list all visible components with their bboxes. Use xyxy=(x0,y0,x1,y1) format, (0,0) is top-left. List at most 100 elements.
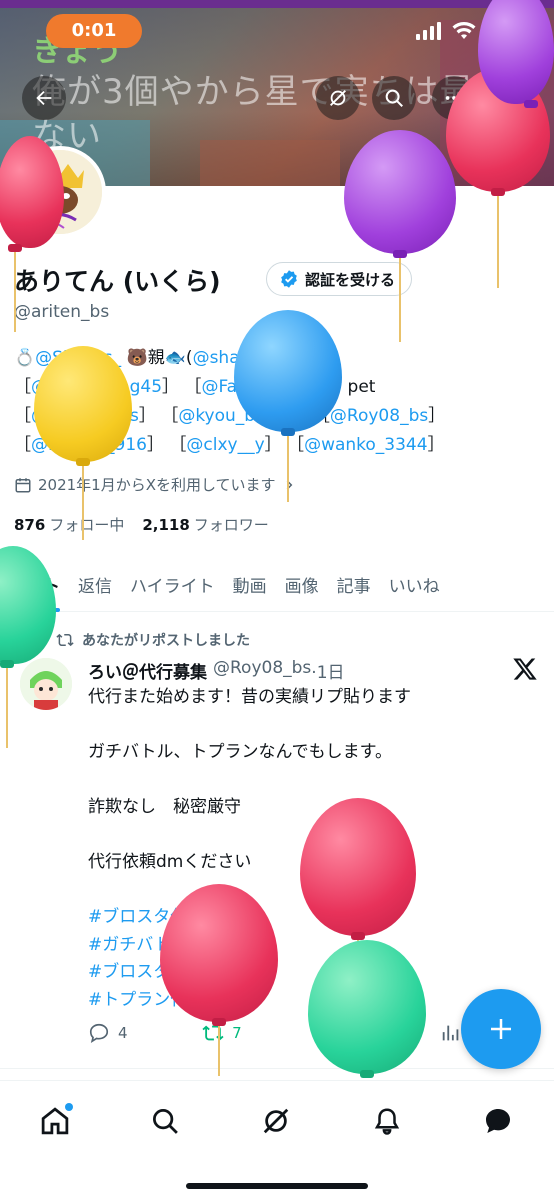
post-text: 代行また始めます！昔の実績リプ貼ります ガチバトル、トプランなんでもします。 詐… xyxy=(88,684,528,1014)
bio-line-1: 💍@Shu_bs_ 🐻親🐟(@shake13_BS) xyxy=(14,344,544,373)
signal-icon xyxy=(416,22,441,40)
calendar-icon xyxy=(15,477,31,492)
mention-link[interactable]: @wanko_3344 xyxy=(304,435,428,455)
back-button[interactable] xyxy=(22,76,66,120)
post-avatar-art xyxy=(20,658,72,710)
search-button[interactable] xyxy=(372,76,416,120)
repost-label-text: あなたがリポストしました xyxy=(82,633,250,649)
post-actions: 4 7 14 2812 xyxy=(88,1022,508,1044)
post-divider xyxy=(0,1068,554,1069)
x-logo-icon xyxy=(512,656,538,682)
bear-emoji: 🐻 xyxy=(126,348,148,368)
messages-icon xyxy=(486,1109,510,1133)
tab-videos[interactable]: 動画 xyxy=(224,556,276,612)
tab-likes[interactable]: いいね xyxy=(380,556,449,612)
bio-text: 親 xyxy=(147,348,165,368)
profile-bio: 💍@Shu_bs_ 🐻親🐟(@shake13_BS) ［@Not_strong4… xyxy=(14,344,544,460)
bell-icon xyxy=(374,1108,400,1135)
more-button[interactable] xyxy=(432,76,476,120)
following-count: 876 xyxy=(14,516,46,534)
plus-icon xyxy=(491,1019,511,1039)
views-icon xyxy=(442,1025,459,1041)
joined-date[interactable]: 2021年1月からXを利用しています xyxy=(14,474,296,495)
post-time: ·1日 xyxy=(311,663,345,683)
home-indicator xyxy=(186,1183,368,1189)
nav-search[interactable] xyxy=(143,1099,187,1143)
like-button[interactable]: 14 xyxy=(316,1022,365,1044)
repost-icon xyxy=(56,633,74,647)
search-icon xyxy=(385,89,403,107)
tab-replies[interactable]: 返信 xyxy=(69,556,121,612)
profile-tabs: ポスト 返信 ハイライト 動画 画像 記事 いいね xyxy=(0,556,554,612)
following-label: フォロー中 xyxy=(49,516,125,534)
tab-articles[interactable]: 記事 xyxy=(328,556,380,612)
heart-emoji: 🩵 xyxy=(286,406,308,426)
grok-button[interactable] xyxy=(316,76,360,120)
banner-strip xyxy=(0,0,554,8)
avatar-art xyxy=(18,150,102,234)
post-author-handle[interactable]: @Roy08_bs xyxy=(213,658,311,683)
profile-handle: @ariten_bs xyxy=(14,302,110,322)
tab-posts[interactable]: ポスト xyxy=(0,556,69,612)
grok-icon xyxy=(330,90,346,106)
nav-notifications[interactable] xyxy=(365,1099,409,1143)
tab-photos[interactable]: 画像 xyxy=(276,556,328,612)
heart-icon xyxy=(318,1024,337,1042)
mention-link[interactable]: @shake13_BS xyxy=(193,348,312,368)
nav-grok[interactable] xyxy=(254,1099,298,1143)
back-arrow-icon xyxy=(36,90,52,106)
hashtag-link[interactable]: #ブロスタ代行募集 xyxy=(88,959,528,987)
mention-link[interactable]: @Shu_bs_ xyxy=(35,348,121,368)
nav-messages[interactable] xyxy=(476,1099,520,1143)
chevron-right-icon xyxy=(286,479,292,490)
reply-icon xyxy=(89,1023,109,1044)
post-author-avatar[interactable] xyxy=(20,658,72,710)
post-line: 代行依頼dmください xyxy=(88,852,252,872)
search-icon xyxy=(153,1109,178,1134)
mention-link[interactable]: @clxy__y xyxy=(186,435,264,455)
followers-count: 2,118 xyxy=(142,516,190,534)
following-link[interactable]: 876 フォロー中 xyxy=(14,514,124,535)
bio-text: ) xyxy=(311,348,319,368)
fish-emoji: 🐟 xyxy=(164,348,186,368)
mention-link[interactable]: @Haruto_916 xyxy=(31,435,147,455)
share-button[interactable] xyxy=(488,76,532,120)
get-verified-label: 認証を受ける xyxy=(305,270,396,289)
mention-link[interactable]: @Totoron_bs xyxy=(31,406,139,426)
joined-label: 2021年1月からXを利用しています xyxy=(38,476,276,494)
hashtag-link[interactable]: #ガチバトル代行 xyxy=(88,932,528,960)
bottom-navigation xyxy=(0,1080,554,1199)
status-icons xyxy=(416,22,524,40)
hashtag-link[interactable]: #ブロスタ代行 xyxy=(88,904,528,932)
ring-emoji: 💍 xyxy=(14,348,36,368)
mention-link[interactable]: @Not_strong45 xyxy=(31,377,162,397)
post-line: ガチバトル、トプランなんでもします。 xyxy=(88,742,392,762)
profile-avatar[interactable] xyxy=(14,146,106,238)
followers-link[interactable]: 2,118 フォロワー xyxy=(142,514,268,535)
wifi-icon xyxy=(452,22,476,39)
bio-text: ( xyxy=(185,348,193,368)
mention-link[interactable]: @Faze__bs xyxy=(201,377,293,397)
more-icon xyxy=(445,96,463,100)
get-verified-button[interactable]: 認証を受ける xyxy=(266,262,413,296)
repost-indicator: あなたがリポストしました xyxy=(56,630,250,650)
tab-highlights[interactable]: ハイライト xyxy=(121,556,224,612)
mention-link[interactable]: @kyou_bs xyxy=(178,406,264,426)
compose-post-button[interactable] xyxy=(461,989,541,1069)
hashtag-link[interactable]: #トプラン代行 xyxy=(88,987,528,1015)
nav-home[interactable] xyxy=(33,1099,77,1143)
reply-count: 4 xyxy=(118,1024,128,1042)
follow-stats: 876 フォロー中 2,118 フォロワー xyxy=(14,514,269,535)
banner-main-text: 俺が3個やから星で実ちは最ない xyxy=(32,72,475,156)
bio-text: my pet xyxy=(315,377,376,397)
notification-dot xyxy=(65,1103,73,1111)
like-count: 14 xyxy=(346,1024,366,1042)
followers-label: フォロワー xyxy=(193,516,269,534)
post-line: 代行また始めます！昔の実績リプ貼ります xyxy=(88,687,411,707)
mention-link[interactable]: @Roy08_bs xyxy=(330,406,428,426)
display-name: ありてん (いくら) xyxy=(14,267,221,296)
repost-button[interactable]: 7 xyxy=(202,1022,242,1044)
reply-button[interactable]: 4 xyxy=(88,1022,128,1044)
post-author-name[interactable]: ろい＠代行募集 xyxy=(88,658,207,683)
repost-icon xyxy=(202,1025,224,1041)
